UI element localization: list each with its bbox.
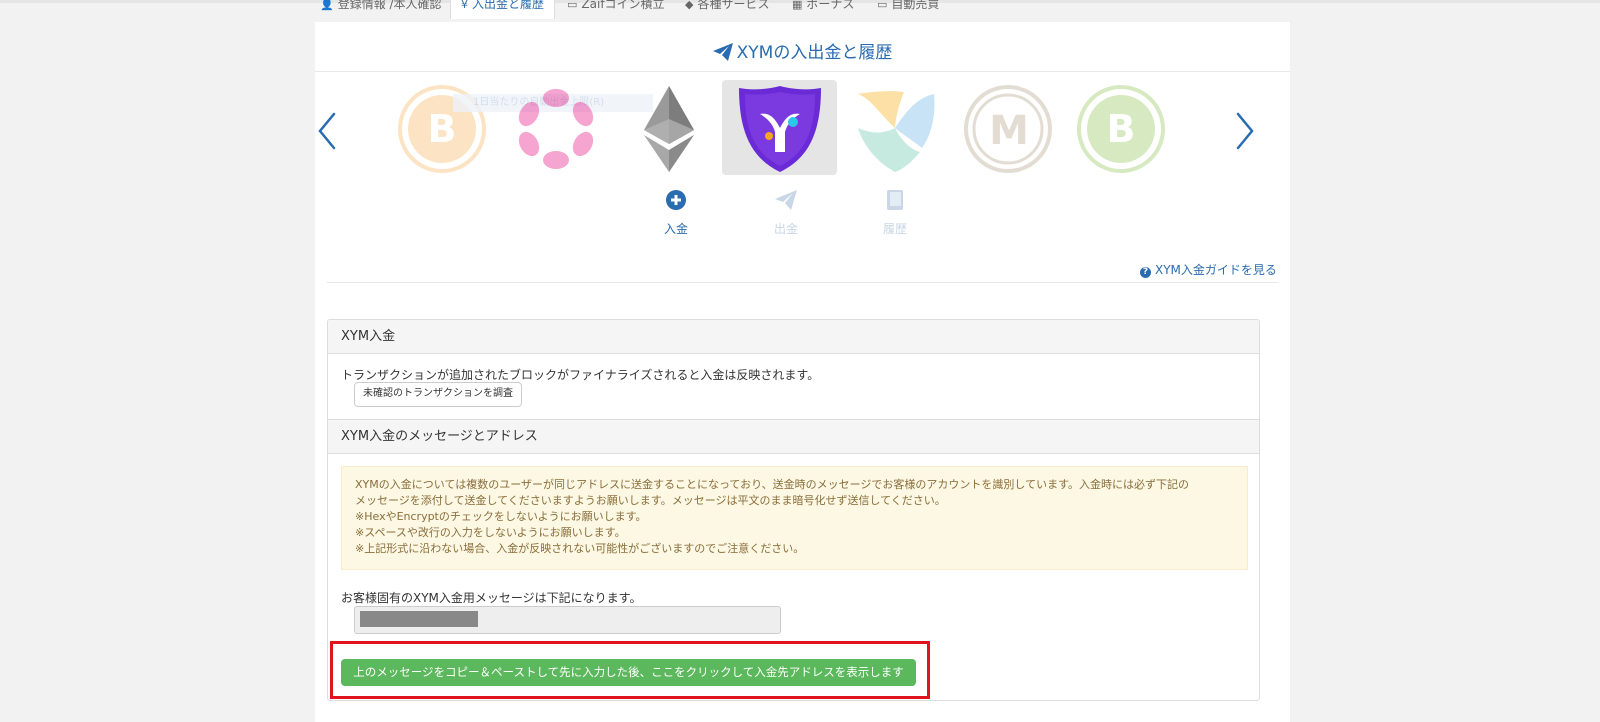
- coin-symbol[interactable]: [722, 80, 837, 175]
- panel-heading-message-address: XYM入金のメッセージとアドレス: [328, 419, 1259, 454]
- main-content: XYMの入出金と履歴 B 1日当たりの自動出金上限(R) M B 入金 出金 履…: [315, 22, 1290, 722]
- action-history[interactable]: 履歴: [855, 188, 935, 237]
- action-deposit[interactable]: 入金: [636, 188, 716, 237]
- page-title: XYMの入出金と履歴: [315, 38, 1290, 66]
- coin-ethereum[interactable]: [611, 80, 726, 175]
- book-icon: [855, 188, 935, 212]
- coin-bitcoin-cash[interactable]: B: [1063, 80, 1178, 175]
- carousel-next-arrow[interactable]: [1235, 112, 1255, 154]
- highlight-box: [330, 641, 930, 699]
- polkadot-icon: [518, 89, 594, 169]
- plus-circle-icon: [636, 188, 716, 212]
- finalize-info-text: トランザクションが追加されたブロックがファイナライズされると入金は反映されます。: [341, 368, 820, 382]
- investigate-transaction-button[interactable]: 未確認のトランザクションを調査: [354, 382, 522, 407]
- nem-icon: [858, 91, 935, 172]
- bitcoin-cash-icon: B: [1077, 85, 1165, 173]
- warning-line: ※スペースや改行の入力をしないようにお願いします。: [355, 526, 626, 539]
- monacoin-icon: M: [964, 85, 1052, 173]
- warning-line: ※上記形式に沿わない場合、入金が反映されない可能性がございますのでご注意ください…: [355, 542, 805, 555]
- svg-text:M: M: [989, 108, 1029, 154]
- warning-line: メッセージを添付して送金してくださいますようお願いします。メッセージは平文のまま…: [355, 494, 946, 507]
- message-label: お客様固有のXYM入金用メッセージは下記になります。: [341, 591, 642, 605]
- robot-icon: ▭: [877, 0, 888, 11]
- tab-registration[interactable]: 👤 登録情報 /本人確認: [320, 0, 442, 19]
- tags-icon: ◆: [685, 0, 694, 11]
- coin-polkadot[interactable]: [498, 80, 613, 175]
- masked-message: [360, 611, 478, 627]
- coin-monacoin[interactable]: M: [950, 80, 1065, 175]
- svg-text:B: B: [1107, 107, 1136, 151]
- divider: [327, 282, 1278, 283]
- account-tabs: 👤 登録情報 /本人確認 ¥ 入出金と履歴 ▭ Zaifコイン積立 ◆ 各種サービス ▦…: [315, 0, 1290, 22]
- tab-services[interactable]: ◆ 各種サービス: [685, 0, 769, 19]
- user-icon: 👤: [320, 0, 334, 11]
- panel-heading-deposit: XYM入金: [328, 320, 1259, 354]
- symbol-icon: [739, 86, 821, 172]
- paper-plane-icon: [712, 43, 733, 66]
- svg-text:B: B: [428, 107, 457, 151]
- ethereum-icon: [644, 86, 694, 172]
- coin-nem[interactable]: [837, 80, 952, 175]
- action-withdraw[interactable]: 出金: [746, 188, 826, 237]
- tab-auto-trading[interactable]: ▭ 自動売買: [877, 0, 939, 19]
- paper-plane-icon: [746, 188, 826, 212]
- divider: [315, 71, 1290, 72]
- warning-line: XYMの入金については複数のユーザーが同じアドレスに送金することになっており、送…: [355, 478, 1189, 491]
- yen-icon: ¥: [461, 0, 468, 11]
- deposit-message-field[interactable]: [354, 606, 781, 634]
- tab-zaif-coin-savings[interactable]: ▭ Zaifコイン積立: [567, 0, 665, 19]
- warning-notice: XYMの入金については複数のユーザーが同じアドレスに送金することになっており、送…: [341, 466, 1248, 570]
- grid-icon: ▦: [792, 0, 803, 11]
- warning-line: ※HexやEncryptのチェックをしないようにお願いします。: [355, 510, 647, 523]
- wallet-icon: ▭: [567, 0, 578, 11]
- deposit-guide-link[interactable]: ? XYM入金ガイドを見る: [1140, 261, 1277, 278]
- tab-deposit-history[interactable]: ¥ 入出金と履歴: [450, 0, 556, 19]
- question-circle-icon: ?: [1140, 267, 1151, 278]
- carousel-prev-arrow[interactable]: [317, 112, 337, 154]
- tab-bonus[interactable]: ▦ ボーナス: [792, 0, 854, 19]
